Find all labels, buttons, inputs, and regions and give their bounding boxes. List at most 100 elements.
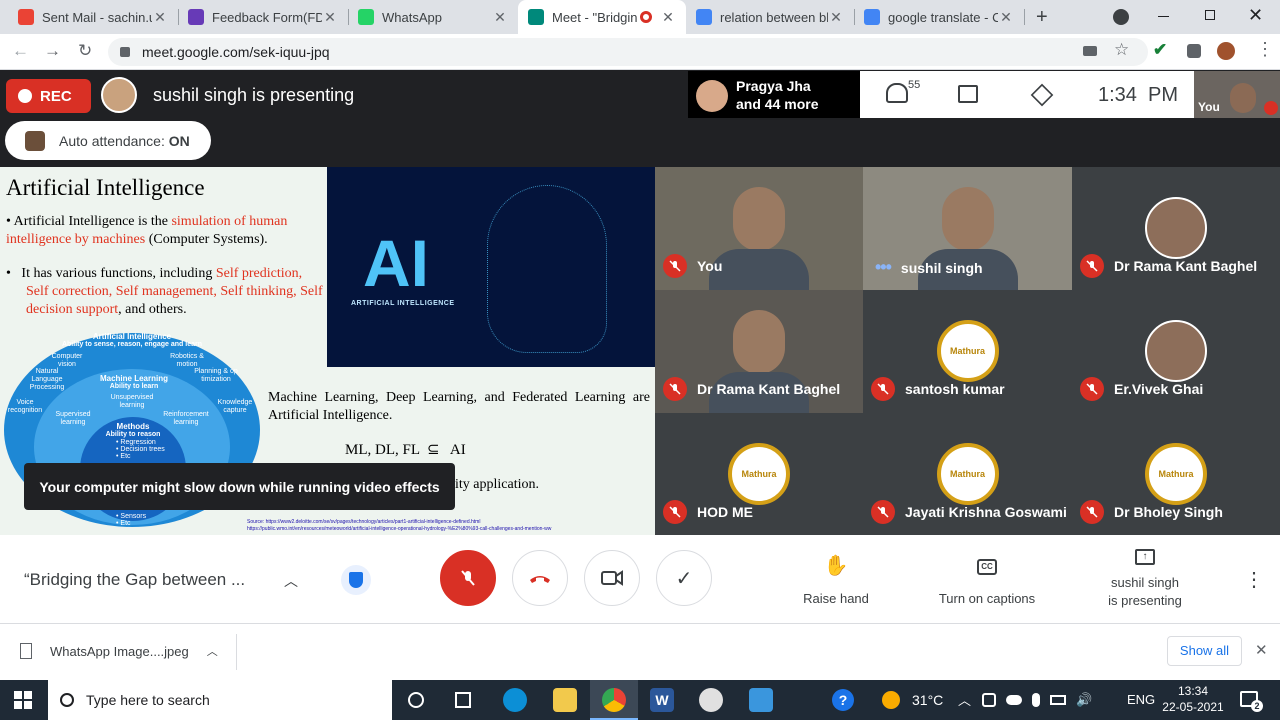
remote-desktop-icon[interactable] — [749, 688, 773, 712]
cortana-icon[interactable] — [408, 692, 424, 708]
activities-button[interactable] — [1030, 83, 1054, 107]
participants-button[interactable]: 55 — [886, 79, 920, 103]
participant-tile[interactable]: Mathura Jayati Krishna Goswami — [863, 413, 1072, 536]
download-chevron-icon[interactable]: ︿ — [207, 643, 218, 659]
close-tab-icon[interactable]: ✕ — [152, 9, 168, 26]
leave-call-button[interactable] — [512, 550, 568, 606]
new-tab-button[interactable]: + — [1030, 0, 1058, 34]
browser-tab-1[interactable]: Feedback Form(FDP ✕ — [178, 0, 348, 34]
auto-attendance-pill[interactable]: Auto attendance: ON — [5, 121, 211, 160]
help-icon[interactable]: ? — [832, 689, 854, 711]
close-tab-icon[interactable]: ✕ — [322, 9, 338, 26]
taskbar-clock[interactable]: 13:34 22-05-2021 — [1160, 683, 1226, 715]
captions-button[interactable]: CC Turn on captions — [928, 553, 1046, 606]
video-effects-toast: Your computer might slow down while runn… — [24, 463, 455, 510]
browser-tab-3[interactable]: Meet - "Bridgin ✕ — [518, 0, 686, 34]
file-explorer-icon[interactable] — [553, 688, 577, 712]
url-field[interactable]: meet.google.com/sek-iquu-jpq — [108, 38, 1148, 66]
diagram-outer-sub: Ability to sense, reason, engage and lea… — [61, 341, 203, 348]
tab-title: Sent Mail - sachin.u — [42, 9, 152, 25]
ai-head-image: AI ARTIFICIAL INTELLIGENCE — [327, 167, 655, 367]
extensions-puzzle-icon[interactable] — [1187, 44, 1201, 58]
minimize-button[interactable] — [1158, 16, 1169, 17]
more-options-icon[interactable]: ⋮ — [1244, 567, 1264, 592]
volume-icon[interactable]: 🔊 — [1076, 693, 1092, 707]
task-view-icon[interactable] — [455, 692, 471, 708]
diagram-ml-title: Machine Learning — [99, 374, 168, 383]
diagram-methods-title: Methods — [116, 422, 150, 431]
browser-menu-icon[interactable]: ⋮ — [1256, 39, 1274, 60]
participant-photo-avatar — [1145, 320, 1207, 382]
participant-tile[interactable]: You — [655, 167, 863, 290]
google-icon — [864, 9, 880, 25]
tab-search-icon[interactable] — [1113, 9, 1129, 25]
participant-tile[interactable]: Dr Rama Kant Baghel — [1072, 167, 1280, 290]
close-tab-icon[interactable]: ✕ — [828, 9, 844, 26]
browser-tab-4[interactable]: relation between bl ✕ — [686, 0, 854, 34]
raise-hand-button[interactable]: ✋ Raise hand — [796, 553, 876, 606]
camera-blocked-icon[interactable] — [1083, 46, 1097, 56]
close-downloads-icon[interactable]: ✕ — [1255, 641, 1268, 659]
battery-icon[interactable] — [1050, 695, 1066, 705]
browser-tab-2[interactable]: WhatsApp ✕ — [348, 0, 518, 34]
host-controls-shield-icon[interactable] — [341, 565, 371, 595]
back-button[interactable]: ← — [12, 41, 29, 61]
participant-name-row: ••• sushil singh — [863, 257, 983, 278]
close-window-button[interactable]: ✕ — [1248, 5, 1263, 26]
attendance-check-button[interactable]: ✓ — [656, 550, 712, 606]
camera-toggle-button[interactable] — [584, 550, 640, 606]
presenting-label-1: sushil singh — [1111, 575, 1179, 590]
bookmark-star-icon[interactable]: ☆ — [1114, 40, 1129, 60]
gmail-icon — [18, 9, 34, 25]
meeting-details-chevron-icon[interactable]: ︿ — [284, 571, 298, 591]
mic-toggle-button[interactable] — [440, 550, 496, 606]
extension-check-icon[interactable]: ✔ — [1153, 40, 1167, 60]
reload-button[interactable]: ↻ — [78, 41, 92, 61]
image-file-icon — [20, 643, 32, 659]
chat-button[interactable] — [958, 85, 978, 103]
weather-sun-icon[interactable] — [882, 691, 900, 709]
microphone-icon[interactable] — [1032, 693, 1040, 707]
taskbar-search-placeholder: Type here to search — [86, 692, 210, 708]
input-language[interactable]: ENG — [1127, 692, 1155, 707]
participant-tile[interactable]: ••• sushil singh — [863, 167, 1072, 290]
chrome-icon[interactable] — [602, 688, 626, 712]
close-tab-icon[interactable]: ✕ — [660, 9, 676, 26]
start-windows-icon[interactable] — [14, 691, 32, 709]
tab-title: Feedback Form(FDP — [212, 9, 322, 25]
emblem-text: Mathura — [1158, 469, 1194, 479]
participant-tile[interactable]: Er.Vivek Ghai — [1072, 290, 1280, 413]
profile-avatar[interactable] — [1217, 42, 1235, 60]
onedrive-cloud-icon[interactable] — [1006, 695, 1022, 705]
paint-icon[interactable] — [699, 688, 723, 712]
slide-source-2: https://public.wmo.int/en/resources/mete… — [247, 526, 552, 532]
pinned-participant-chip[interactable]: Pragya Jha and 44 more — [688, 71, 860, 118]
mic-off-icon — [663, 500, 687, 524]
close-tab-icon[interactable]: ✕ — [998, 9, 1014, 26]
tray-overflow-chevron-icon[interactable]: ︿ — [958, 690, 971, 709]
close-tab-icon[interactable]: ✕ — [492, 9, 508, 26]
word-icon[interactable]: W — [650, 688, 674, 712]
self-preview-tile[interactable]: You — [1194, 71, 1280, 118]
edge-icon[interactable] — [503, 688, 527, 712]
search-icon — [60, 693, 74, 707]
taskbar-search[interactable]: Type here to search — [48, 680, 392, 720]
meet-tray-icon[interactable] — [982, 693, 996, 707]
meeting-title[interactable]: “Bridging the Gap between ... — [24, 570, 245, 590]
weather-temp[interactable]: 31°C — [912, 692, 943, 708]
captions-label: Turn on captions — [938, 591, 1036, 606]
participant-tile[interactable]: Mathura Dr Bholey Singh — [1072, 413, 1280, 536]
browser-tab-5[interactable]: google translate - C ✕ — [854, 0, 1024, 34]
participant-tile[interactable]: Mathura santosh kumar — [863, 290, 1072, 413]
browser-tab-0[interactable]: Sent Mail - sachin.u ✕ — [8, 0, 178, 34]
participant-tile[interactable]: Dr Rama Kant Baghel — [655, 290, 863, 413]
maximize-button[interactable] — [1205, 10, 1215, 20]
participant-emblem-avatar: Mathura — [1145, 443, 1207, 505]
download-item[interactable]: WhatsApp Image....jpeg ︿ — [20, 643, 218, 659]
tab-separator — [1024, 9, 1025, 25]
notification-count: 2 — [1251, 700, 1263, 712]
present-now-button[interactable]: ↑ sushil singh is presenting — [1094, 549, 1196, 608]
participant-tile[interactable]: Mathura HOD ME — [655, 413, 863, 536]
show-all-button[interactable]: Show all — [1167, 636, 1242, 666]
forward-button[interactable]: → — [44, 41, 61, 61]
